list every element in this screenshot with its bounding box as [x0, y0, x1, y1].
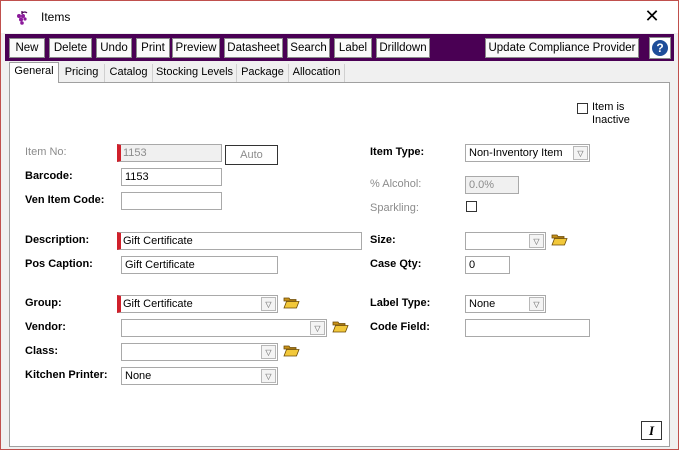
chevron-down-icon: ▽: [261, 345, 276, 359]
item-type-select[interactable]: Non-Inventory Item ▽: [465, 144, 590, 162]
kitchen-printer-select[interactable]: None ▽: [121, 367, 278, 385]
chevron-down-icon: ▽: [261, 369, 276, 383]
class-select[interactable]: ▽: [121, 343, 278, 361]
label-type-select[interactable]: None ▽: [465, 295, 546, 313]
chevron-down-icon: ▽: [261, 297, 276, 311]
chevron-down-icon: ▽: [310, 321, 325, 335]
ven-item-code-label: Ven Item Code:: [25, 194, 105, 206]
window-title: Items: [41, 10, 71, 24]
pos-caption-field[interactable]: Gift Certificate: [121, 256, 278, 274]
label-type-label: Label Type:: [370, 297, 431, 309]
tab-catalog[interactable]: Catalog: [105, 64, 153, 82]
item-no-label: Item No:: [25, 146, 67, 158]
label-button[interactable]: Label: [334, 38, 372, 58]
alcohol-field: 0.0%: [465, 176, 519, 194]
sparkling-checkbox[interactable]: [466, 201, 477, 212]
general-panel: Item is Inactive Item No: 1153 Auto Barc…: [9, 82, 670, 447]
description-field[interactable]: Gift Certificate: [117, 232, 362, 250]
tab-allocation[interactable]: Allocation: [289, 64, 345, 82]
class-label: Class:: [25, 345, 59, 357]
ven-item-code-field[interactable]: [121, 192, 222, 210]
items-window: Items ✕ New Delete Undo Print Preview Da…: [0, 0, 679, 450]
case-qty-field[interactable]: 0: [465, 256, 510, 274]
update-compliance-provider-button[interactable]: Update Compliance Provider: [485, 38, 639, 58]
help-icon: ?: [652, 40, 668, 56]
toolbar: New Delete Undo Print Preview Datasheet …: [5, 34, 674, 61]
size-label: Size:: [370, 234, 396, 246]
tab-stocking-levels[interactable]: Stocking Levels: [153, 64, 237, 82]
new-button[interactable]: New: [9, 38, 45, 58]
vendor-select[interactable]: ▽: [121, 319, 327, 337]
grape-icon: [17, 11, 28, 25]
item-inactive-checkbox[interactable]: [577, 103, 588, 114]
tab-general[interactable]: General: [9, 62, 59, 83]
auto-button[interactable]: Auto: [225, 145, 278, 165]
preview-button[interactable]: Preview: [172, 38, 220, 58]
size-select[interactable]: ▽: [465, 232, 546, 250]
code-field-label: Code Field:: [370, 321, 430, 333]
chevron-down-icon: ▽: [529, 234, 544, 248]
alcohol-label: % Alcohol:: [370, 178, 422, 190]
item-type-value: Non-Inventory Item: [469, 147, 563, 159]
chevron-down-icon: ▽: [529, 297, 544, 311]
barcode-label: Barcode:: [25, 170, 73, 182]
pos-caption-label: Pos Caption:: [25, 258, 93, 270]
undo-button[interactable]: Undo: [96, 38, 132, 58]
delete-button[interactable]: Delete: [49, 38, 92, 58]
item-no-field: 1153: [117, 144, 222, 162]
chevron-down-icon: ▽: [573, 146, 588, 160]
kitchen-printer-value: None: [125, 370, 152, 382]
print-button[interactable]: Print: [136, 38, 170, 58]
italic-button[interactable]: I: [641, 421, 662, 440]
tab-pricing[interactable]: Pricing: [59, 64, 105, 82]
group-value: Gift Certificate: [123, 298, 193, 310]
search-button[interactable]: Search: [287, 38, 330, 58]
datasheet-button[interactable]: Datasheet: [224, 38, 283, 58]
close-icon: ✕: [644, 6, 660, 26]
drilldown-button[interactable]: Drilldown: [376, 38, 430, 58]
sparkling-label: Sparkling:: [370, 202, 419, 214]
label-type-value: None: [469, 298, 496, 310]
vendor-label: Vendor:: [25, 321, 66, 333]
code-field-input[interactable]: [465, 319, 590, 337]
item-inactive-label-line1: Item is: [592, 101, 625, 113]
item-inactive-label-line2: Inactive: [592, 114, 630, 126]
open-folder-icon[interactable]: [283, 295, 300, 309]
help-button[interactable]: ?: [649, 37, 671, 59]
title-bar: Items ✕: [1, 1, 678, 33]
group-select[interactable]: Gift Certificate ▽: [117, 295, 278, 313]
group-label: Group:: [25, 297, 62, 309]
description-label: Description:: [25, 234, 90, 246]
barcode-field[interactable]: 1153: [121, 168, 222, 186]
tab-package[interactable]: Package: [237, 64, 289, 82]
open-folder-icon[interactable]: [283, 343, 300, 357]
kitchen-printer-label: Kitchen Printer:: [25, 369, 108, 381]
close-button[interactable]: ✕: [639, 5, 665, 29]
open-folder-icon[interactable]: [332, 319, 349, 333]
open-folder-icon[interactable]: [551, 232, 568, 246]
case-qty-label: Case Qty:: [370, 258, 422, 270]
item-type-label: Item Type:: [370, 146, 425, 158]
